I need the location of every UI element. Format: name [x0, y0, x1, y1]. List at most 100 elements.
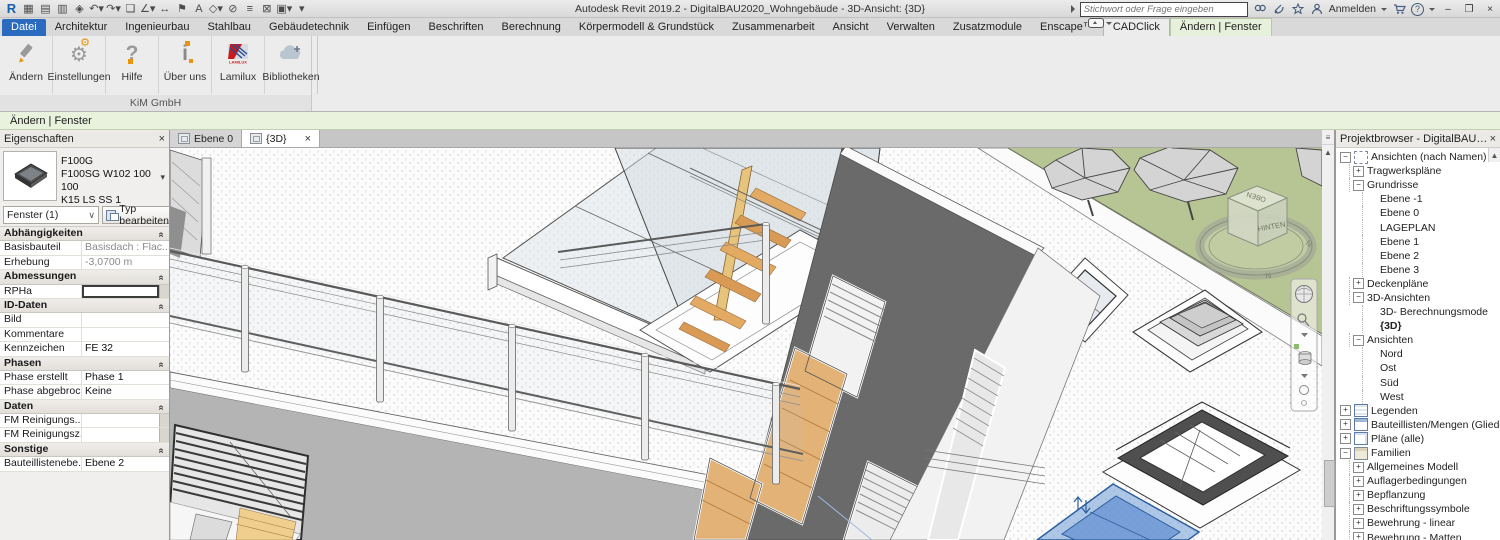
property-value[interactable]: [82, 414, 159, 427]
browser-tree-item[interactable]: Ebene -1: [1336, 192, 1500, 206]
browser-tree-item[interactable]: West: [1336, 390, 1500, 404]
ribbon-tab[interactable]: Verwalten: [878, 19, 944, 36]
property-row[interactable]: RPHa: [0, 285, 169, 299]
exchange-apps-cart-icon[interactable]: [1392, 2, 1406, 16]
property-row[interactable]: Sonstige: [0, 443, 169, 457]
browser-tree-item[interactable]: Familien: [1336, 446, 1500, 460]
recent-documents-icon[interactable]: ▦: [21, 1, 36, 17]
property-value[interactable]: [82, 328, 169, 341]
thin-lines-icon[interactable]: ≡: [242, 1, 257, 17]
search-input[interactable]: [1080, 2, 1248, 17]
tree-expander-icon[interactable]: [1353, 462, 1364, 473]
property-browse-button[interactable]: [159, 414, 169, 427]
sign-in-caret-icon[interactable]: [1381, 8, 1387, 11]
ribbon-tab[interactable]: CADClick: [1103, 18, 1170, 36]
browser-tree-item[interactable]: LAGEPLAN: [1336, 220, 1500, 234]
tree-expander-icon[interactable]: [1353, 278, 1364, 289]
viewport-scrollbar[interactable]: ≡ ▲: [1322, 130, 1335, 540]
einstellungen-button[interactable]: ⚙⚙ Einstellungen: [53, 36, 106, 94]
navigation-bar[interactable]: [1291, 279, 1317, 411]
property-value[interactable]: [82, 313, 169, 326]
property-value[interactable]: [33, 400, 169, 413]
browser-tree-item[interactable]: Allgemeines Modell: [1336, 460, 1500, 474]
property-value[interactable]: Keine: [82, 385, 169, 398]
tag-by-category-icon[interactable]: ⚑: [174, 1, 189, 17]
view-tab-close-icon[interactable]: ×: [305, 133, 311, 145]
property-value[interactable]: [82, 428, 159, 441]
ribbon-tab[interactable]: Beschriften: [420, 19, 493, 36]
property-row[interactable]: FM Reinigungsz...: [0, 428, 169, 442]
property-row[interactable]: Abmessungen: [0, 270, 169, 284]
close-hidden-windows-icon[interactable]: ⊠: [259, 1, 274, 17]
tree-expander-icon[interactable]: [1353, 490, 1364, 501]
ribbon-tab[interactable]: Körpermodell & Grundstück: [570, 19, 723, 36]
scroll-up-icon[interactable]: ▲: [1322, 145, 1334, 159]
tree-expander-icon[interactable]: [1353, 166, 1364, 177]
view-tab[interactable]: Ebene 0: [170, 130, 242, 147]
aligned-dimension-icon[interactable]: ↔: [157, 1, 172, 17]
browser-tree-item[interactable]: {3D}: [1336, 319, 1500, 333]
hilfe-button[interactable]: ? Hilfe: [106, 36, 159, 94]
property-value[interactable]: Ebene 2: [82, 457, 169, 470]
view-tab[interactable]: {3D} ×: [242, 130, 320, 147]
favorites-star-icon[interactable]: [1291, 2, 1305, 16]
collapse-search-icon[interactable]: [1071, 5, 1075, 13]
minimize-button[interactable]: –: [1440, 2, 1456, 16]
property-browse-button[interactable]: [159, 285, 169, 298]
tree-expander-icon[interactable]: [1353, 180, 1364, 191]
undo-icon[interactable]: ↶▾: [89, 1, 104, 17]
close-button[interactable]: ×: [1482, 2, 1498, 16]
ribbon-tab[interactable]: Ingenieurbau: [116, 19, 198, 36]
browser-tree-item[interactable]: Ebene 3: [1336, 263, 1500, 277]
properties-close-icon[interactable]: ×: [159, 133, 165, 145]
ribbon-tab[interactable]: Berechnung: [493, 19, 570, 36]
browser-tree-item[interactable]: Beschriftungssymbole: [1336, 502, 1500, 516]
browser-tree-item[interactable]: Pläne (alle): [1336, 432, 1500, 446]
save-icon[interactable]: ▥: [55, 1, 70, 17]
help-caret-icon[interactable]: [1429, 8, 1435, 11]
customize-qat-icon[interactable]: ▾: [294, 1, 309, 17]
browser-tree-item[interactable]: Bauteillisten/Mengen (Gliede: [1336, 418, 1500, 432]
property-row[interactable]: Daten: [0, 400, 169, 414]
browser-tree-item[interactable]: Bewehrung - linear: [1336, 516, 1500, 530]
help-icon[interactable]: ?: [1411, 3, 1424, 16]
ribbon-tab[interactable]: Gebäudetechnik: [260, 19, 358, 36]
ribbon-tab[interactable]: Ansicht: [824, 19, 878, 36]
property-value[interactable]: [76, 270, 169, 283]
property-value[interactable]: Basisdach : Flac...: [82, 241, 169, 254]
property-row[interactable]: Bild: [0, 313, 169, 327]
measure-icon[interactable]: ∠▾: [140, 1, 155, 17]
revit-logo[interactable]: R: [4, 1, 19, 17]
synchronize-icon[interactable]: ◈: [72, 1, 87, 17]
browser-tree-item[interactable]: Tragwerkspläne: [1336, 164, 1500, 178]
tab-list-icon[interactable]: ≡: [1322, 130, 1334, 145]
browser-tree-item[interactable]: Auflagerbedingungen: [1336, 474, 1500, 488]
communication-center-icon[interactable]: [1272, 2, 1286, 16]
modify-panel-dropdown[interactable]: [1088, 18, 1112, 31]
print-icon[interactable]: ❏: [123, 1, 138, 17]
tree-expander-icon[interactable]: [1340, 448, 1351, 459]
property-value[interactable]: FE 32: [82, 342, 169, 355]
property-browse-button[interactable]: [159, 428, 169, 441]
type-selector[interactable]: F100G F100SG W102 100 100 K15 LS SS 1 ▾: [0, 148, 169, 205]
property-row[interactable]: Kommentare: [0, 328, 169, 342]
ribbon-tab[interactable]: Zusatzmodule: [944, 19, 1031, 36]
tree-expander-icon[interactable]: [1353, 532, 1364, 540]
property-value[interactable]: [47, 299, 169, 312]
search-icon[interactable]: [1253, 2, 1267, 16]
ribbon-tab[interactable]: Einfügen: [358, 19, 419, 36]
property-value[interactable]: Phase 1: [82, 371, 169, 384]
project-browser-close-icon[interactable]: ×: [1490, 133, 1496, 145]
sign-in-button[interactable]: Anmelden: [1329, 3, 1376, 15]
type-selector-caret-icon[interactable]: ▾: [160, 172, 167, 183]
property-value[interactable]: [82, 285, 159, 298]
browser-tree-item[interactable]: Ebene 0: [1336, 206, 1500, 220]
browser-tree-item[interactable]: Bewehrung - Matten: [1336, 531, 1500, 540]
tree-expander-icon[interactable]: [1353, 518, 1364, 529]
property-row[interactable]: Phase erstellt Phase 1: [0, 371, 169, 385]
3d-canvas[interactable]: OBEN HINTEN N N: [170, 148, 1322, 540]
tree-expander-icon[interactable]: [1340, 152, 1351, 163]
user-icon[interactable]: [1310, 2, 1324, 16]
property-row[interactable]: Bauteillistenebe... Ebene 2: [0, 457, 169, 471]
text-icon[interactable]: A: [191, 1, 206, 17]
